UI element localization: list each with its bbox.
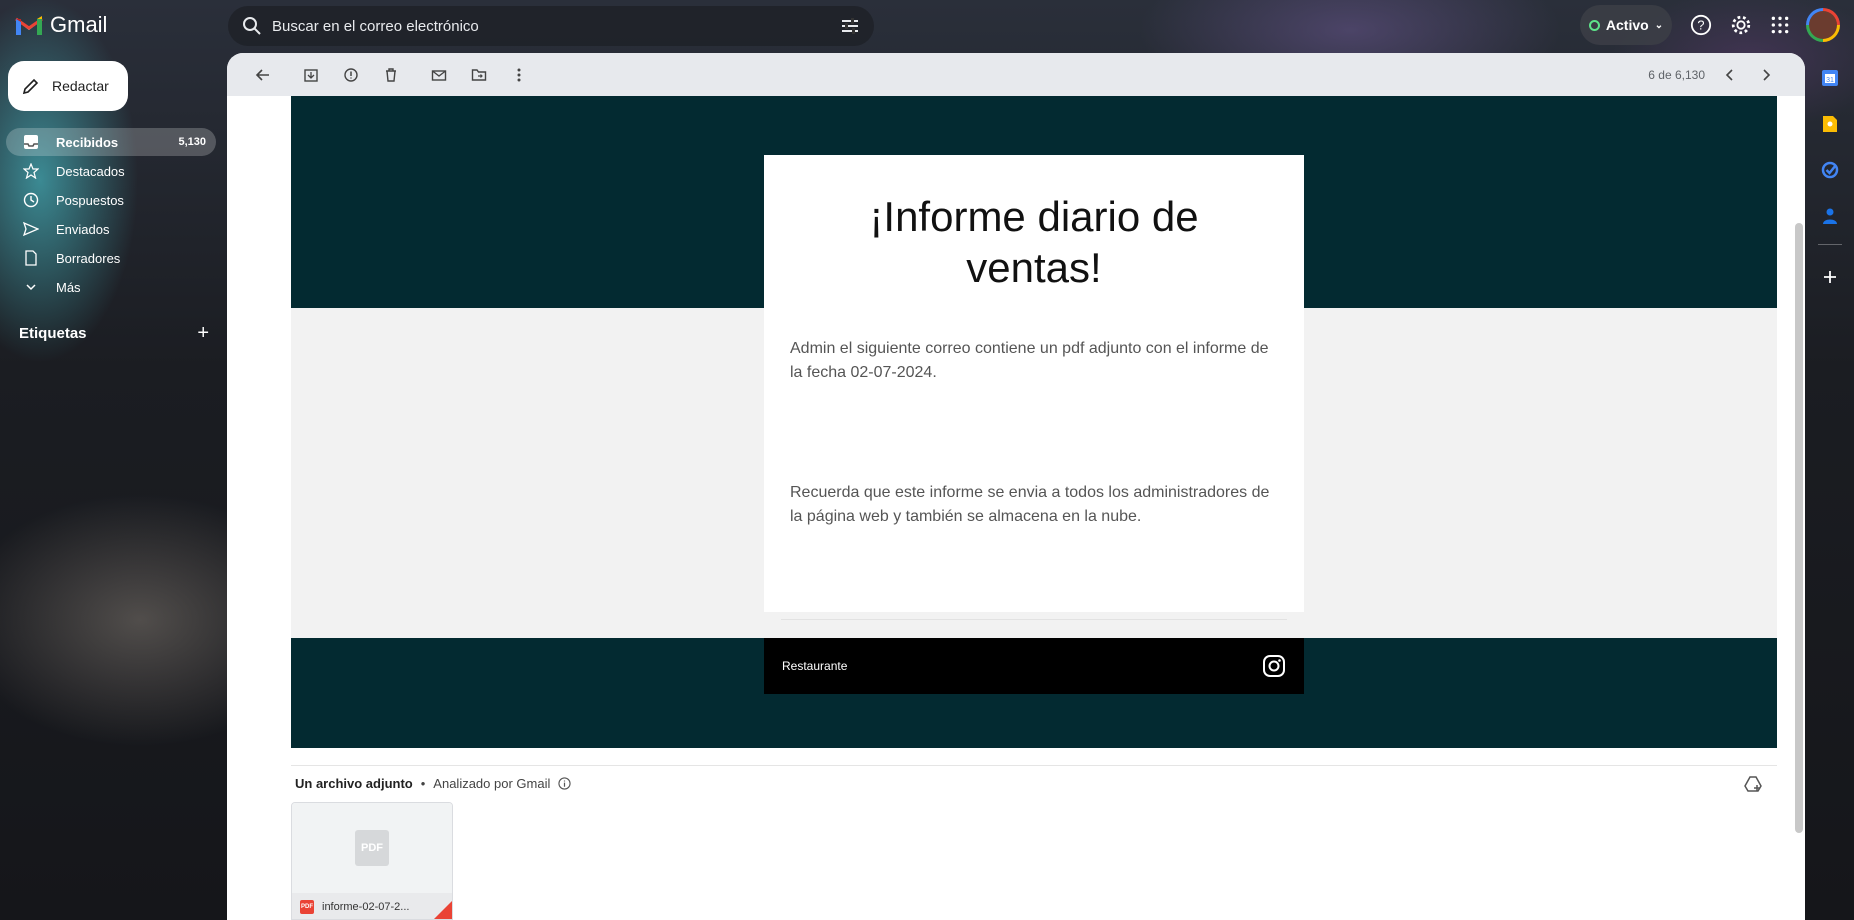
divider: [291, 765, 1777, 766]
more-vert-icon[interactable]: [499, 55, 539, 95]
scanned-label: Analizado por Gmail: [433, 776, 551, 791]
pdf-placeholder-icon: PDF: [355, 830, 389, 866]
contacts-icon[interactable]: [1812, 198, 1848, 234]
svg-text:31: 31: [1826, 77, 1834, 84]
labels-header: Etiquetas +: [19, 322, 209, 345]
top-bar: Gmail Buscar en el correo electrónico Ac…: [0, 0, 1854, 50]
chevron-left-icon[interactable]: [1717, 62, 1743, 88]
message-toolbar: 6 de 6,130: [227, 53, 1805, 96]
message-body: ¡Informe diario de ventas! Admin el sigu…: [227, 96, 1793, 920]
attachment-count: Un archivo adjunto: [295, 776, 413, 791]
info-icon[interactable]: [558, 777, 571, 790]
add-app-icon[interactable]: [1812, 259, 1848, 295]
sidebar-item-sent[interactable]: Enviados: [6, 215, 216, 243]
divider: [781, 619, 1287, 620]
sidebar-item-starred[interactable]: Destacados: [6, 157, 216, 185]
chevron-right-icon[interactable]: [1753, 62, 1779, 88]
draft-icon: [22, 249, 40, 267]
chevron-down-icon: ⌄: [1654, 19, 1664, 31]
active-status-icon: [1588, 19, 1600, 31]
search-options-icon[interactable]: [840, 16, 860, 36]
footer-brand: Restaurante: [782, 659, 848, 673]
help-icon[interactable]: ?: [1688, 12, 1714, 38]
pdf-icon: PDF: [300, 900, 314, 914]
search-bar[interactable]: Buscar en el correo electrónico: [228, 6, 874, 46]
account-avatar[interactable]: [1806, 8, 1840, 42]
sidebar-nav: Recibidos 5,130 Destacados Pospuestos En…: [6, 128, 216, 302]
mark-unread-icon[interactable]: [419, 55, 459, 95]
attachment-thumbnail: PDF: [292, 803, 452, 893]
inbox-count-badge: 5,130: [178, 136, 206, 148]
back-arrow-icon[interactable]: [243, 55, 283, 95]
pagination-label: 6 de 6,130: [1648, 68, 1705, 82]
search-icon[interactable]: [242, 16, 262, 36]
sidebar-item-snoozed[interactable]: Pospuestos: [6, 186, 216, 214]
scrollbar[interactable]: [1795, 223, 1803, 833]
email-card: ¡Informe diario de ventas! Admin el sigu…: [764, 155, 1304, 612]
sidebar-item-label: Enviados: [56, 221, 110, 237]
status-label: Activo: [1605, 17, 1649, 33]
message-panel: 6 de 6,130 ¡Informe diario de ventas! Ad…: [227, 53, 1805, 920]
instagram-icon[interactable]: [1262, 654, 1286, 678]
sidebar-item-label: Pospuestos: [56, 192, 124, 208]
email-paragraph: Admin el siguiente correo contiene un pd…: [790, 340, 1269, 381]
side-panel-apps: 31: [1812, 60, 1848, 305]
email-footer: Restaurante: [764, 638, 1304, 694]
gmail-logo[interactable]: Gmail: [14, 12, 107, 38]
sidebar-item-inbox[interactable]: Recibidos 5,130: [6, 128, 216, 156]
search-input[interactable]: Buscar en el correo electrónico: [272, 18, 840, 35]
gmail-m-icon: [15, 16, 43, 35]
keep-icon[interactable]: [1812, 106, 1848, 142]
pencil-icon: [22, 78, 39, 95]
star-icon: [22, 162, 40, 180]
inbox-icon: [22, 133, 40, 151]
email-paragraph: Recuerda que este informe se envia a tod…: [790, 484, 1270, 525]
separator-dot: •: [420, 776, 426, 791]
send-icon: [22, 220, 40, 238]
calendar-icon[interactable]: 31: [1812, 60, 1848, 96]
compose-button[interactable]: Redactar: [8, 61, 128, 111]
status-button[interactable]: Activo ⌄: [1580, 5, 1672, 45]
apps-grid-icon[interactable]: [1767, 12, 1793, 38]
sidebar-item-label: Borradores: [56, 250, 121, 266]
sidebar-item-drafts[interactable]: Borradores: [6, 244, 216, 272]
sidebar-item-more[interactable]: Más: [6, 273, 216, 301]
add-label-button[interactable]: +: [197, 322, 209, 345]
email-title: ¡Informe diario de ventas!: [869, 193, 1199, 291]
attachment-name-bar: PDF informe-02-07-2...: [292, 893, 452, 919]
chevron-down-icon: [22, 278, 40, 296]
archive-icon[interactable]: [291, 55, 331, 95]
app-name: Gmail: [50, 12, 108, 37]
settings-gear-icon[interactable]: [1728, 12, 1754, 38]
report-spam-icon[interactable]: [331, 55, 371, 95]
labels-title: Etiquetas: [19, 325, 87, 342]
sidebar-item-label: Más: [56, 279, 81, 295]
add-to-drive-icon[interactable]: [1743, 774, 1763, 794]
attachment-filename: informe-02-07-2...: [322, 901, 410, 913]
compose-label: Redactar: [52, 78, 109, 94]
clock-icon: [22, 191, 40, 209]
sidebar-item-label: Recibidos: [56, 134, 119, 150]
delete-trash-icon[interactable]: [371, 55, 411, 95]
file-corner-icon: [432, 901, 452, 919]
sidebar-item-label: Destacados: [56, 163, 125, 179]
attachment-card[interactable]: PDF PDF informe-02-07-2...: [291, 802, 453, 920]
tasks-icon[interactable]: [1812, 152, 1848, 188]
svg-text:?: ?: [1697, 18, 1704, 33]
move-to-folder-icon[interactable]: [459, 55, 499, 95]
attachments-header: Un archivo adjunto • Analizado por Gmail: [295, 776, 571, 791]
